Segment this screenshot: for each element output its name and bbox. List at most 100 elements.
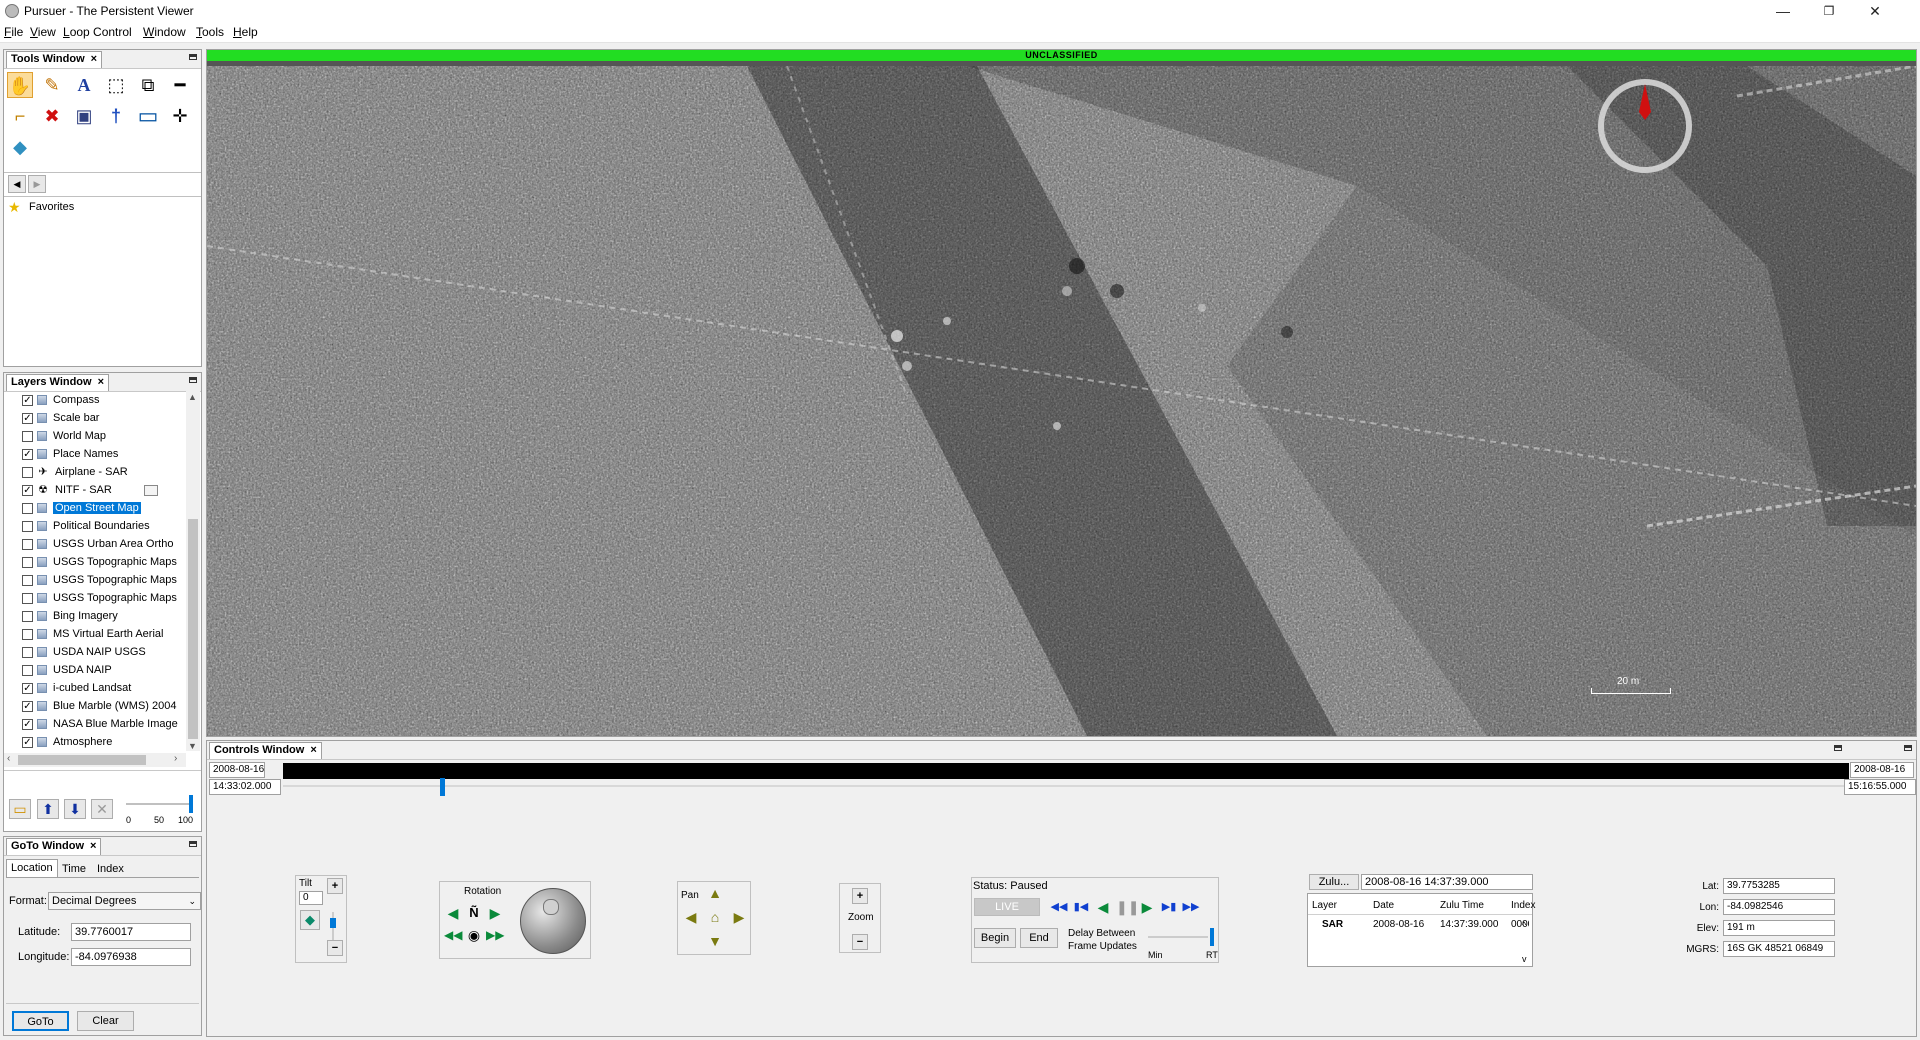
- rotate-right-button[interactable]: ▶: [486, 904, 504, 922]
- menu-window[interactable]: Window: [143, 25, 186, 39]
- menu-loop-control[interactable]: Loop Control: [63, 25, 132, 39]
- view-eye-button[interactable]: ◉: [465, 926, 483, 944]
- zulu-time-field[interactable]: 2008-08-16 14:37:39.000: [1361, 874, 1533, 890]
- pushpin-tool[interactable]: †: [103, 103, 129, 129]
- open-folder-button[interactable]: ▭: [9, 799, 31, 819]
- minimize-panel-icon[interactable]: [189, 841, 197, 847]
- pan-right-button[interactable]: ▶: [730, 908, 748, 926]
- layer-checkbox[interactable]: ✓: [22, 682, 33, 694]
- minimize-button[interactable]: —: [1760, 0, 1806, 22]
- move-tool[interactable]: ✛: [167, 103, 193, 129]
- pan-up-button[interactable]: ▲: [706, 884, 724, 902]
- delay-slider-thumb[interactable]: [1210, 928, 1214, 946]
- save-tool[interactable]: ▣: [71, 103, 97, 129]
- opacity-slider-thumb[interactable]: [189, 795, 193, 813]
- rotate-fast-left-button[interactable]: ◀◀: [444, 926, 462, 944]
- layer-row[interactable]: Bing Imagery: [22, 607, 182, 625]
- layer-row[interactable]: ✓ i-cubed Landsat: [22, 679, 182, 697]
- pause-button[interactable]: ❚❚: [1116, 898, 1139, 916]
- rotate-left-button[interactable]: ◀: [444, 904, 462, 922]
- skip-to-end-button[interactable]: ▶▶: [1182, 898, 1200, 916]
- timeline-bar[interactable]: [283, 763, 1849, 779]
- subtab-time[interactable]: Time: [62, 861, 86, 878]
- zoom-region-tool[interactable]: ⬚: [103, 72, 129, 98]
- nav-forward-button[interactable]: ▶: [28, 175, 46, 193]
- opacity-slider[interactable]: [126, 803, 190, 805]
- move-layer-down-button[interactable]: ⬇: [64, 799, 86, 819]
- layer-row[interactable]: World Map: [22, 427, 182, 445]
- pan-down-button[interactable]: ▼: [706, 932, 724, 950]
- tilt-down-button[interactable]: −: [327, 940, 343, 956]
- layer-row[interactable]: ✓ Place Names: [22, 445, 182, 463]
- layer-checkbox[interactable]: ✓: [22, 736, 33, 748]
- pencil-tool[interactable]: ✎: [39, 72, 65, 98]
- layer-row[interactable]: USDA NAIP USGS: [22, 643, 182, 661]
- layers-horizontal-scrollbar[interactable]: ‹ ›: [4, 753, 186, 767]
- pan-left-button[interactable]: ◀: [682, 908, 700, 926]
- latitude-input[interactable]: 39.7760017: [71, 923, 191, 941]
- favorites-item[interactable]: Favorites: [29, 201, 74, 213]
- layer-row[interactable]: ✓ ☢ NITF - SAR: [22, 481, 182, 499]
- tab-goto-window[interactable]: GoTo Window ×: [6, 838, 102, 855]
- layer-checkbox[interactable]: ✓: [22, 394, 33, 406]
- format-select[interactable]: Decimal Degrees ⌄: [48, 892, 201, 910]
- north-up-button[interactable]: Ñ: [465, 904, 483, 922]
- layer-checkbox[interactable]: ✓: [22, 718, 33, 730]
- tab-controls-window[interactable]: Controls Window ×: [209, 742, 322, 759]
- layer-row[interactable]: MS Virtual Earth Aerial: [22, 625, 182, 643]
- menu-tools[interactable]: Tools: [196, 25, 224, 39]
- scroll-right-icon[interactable]: ›: [174, 753, 177, 764]
- layer-row[interactable]: ✓ NASA Blue Marble Image: [22, 715, 182, 733]
- goto-button[interactable]: GoTo: [12, 1011, 69, 1031]
- tab-layers-window[interactable]: Layers Window ×: [6, 374, 110, 391]
- close-button[interactable]: ✕: [1852, 0, 1898, 22]
- measure-angle-tool[interactable]: ⌐: [7, 103, 33, 129]
- layer-checkbox[interactable]: ✓: [22, 484, 33, 496]
- delay-slider[interactable]: [1148, 936, 1208, 938]
- zoom-out-button[interactable]: −: [852, 934, 868, 950]
- layer-checkbox[interactable]: [22, 574, 33, 586]
- tilt-value-input[interactable]: 0: [299, 891, 323, 905]
- scroll-up-icon[interactable]: ^: [1522, 920, 1526, 930]
- nav-back-button[interactable]: ◀: [8, 175, 26, 193]
- remove-layer-button[interactable]: ✕: [91, 799, 113, 819]
- compass-icon[interactable]: [1595, 76, 1695, 176]
- begin-button[interactable]: Begin: [974, 928, 1016, 948]
- minimize-panel-icon[interactable]: [189, 54, 197, 60]
- layer-row[interactable]: USGS Topographic Maps: [22, 571, 182, 589]
- gem-tool[interactable]: ◆: [7, 134, 33, 160]
- maximize-panel-icon[interactable]: [1904, 745, 1912, 751]
- tilt-up-button[interactable]: +: [327, 878, 343, 894]
- zulu-button[interactable]: Zulu...: [1309, 874, 1359, 890]
- sar-imagery[interactable]: 20 m: [207, 66, 1916, 736]
- timeline-slider-thumb[interactable]: [439, 778, 445, 796]
- menu-file[interactable]: File: [4, 25, 23, 39]
- scroll-thumb[interactable]: [18, 755, 146, 765]
- layer-checkbox[interactable]: ✓: [22, 412, 33, 424]
- live-button[interactable]: LIVE: [974, 898, 1040, 916]
- move-layer-up-button[interactable]: ⬆: [37, 799, 59, 819]
- layer-checkbox[interactable]: [22, 610, 33, 622]
- layer-checkbox[interactable]: [22, 556, 33, 568]
- longitude-input[interactable]: -84.0976938: [71, 948, 191, 966]
- scroll-down-icon[interactable]: v: [1522, 954, 1527, 964]
- minimize-panel-icon[interactable]: [1834, 745, 1842, 751]
- layer-properties-icon[interactable]: [143, 484, 158, 496]
- play-backward-button[interactable]: ◀: [1094, 898, 1112, 916]
- step-forward-button[interactable]: ▶▮: [1160, 898, 1178, 916]
- clear-button[interactable]: Clear: [77, 1011, 134, 1031]
- layer-row[interactable]: USDA NAIP: [22, 661, 182, 679]
- text-tool[interactable]: A: [71, 72, 97, 98]
- layer-checkbox[interactable]: [22, 466, 33, 478]
- intersection-tool[interactable]: ✖: [39, 103, 65, 129]
- subtab-index[interactable]: Index: [97, 861, 124, 878]
- layer-row[interactable]: ✓ Atmosphere: [22, 733, 182, 751]
- rotate-fast-right-button[interactable]: ▶▶: [486, 926, 504, 944]
- skip-to-start-button[interactable]: ◀◀: [1050, 898, 1068, 916]
- layer-checkbox[interactable]: [22, 502, 33, 514]
- close-icon[interactable]: ×: [90, 840, 96, 852]
- play-forward-button[interactable]: ▶: [1138, 898, 1156, 916]
- tilt-slider-thumb[interactable]: [330, 918, 336, 928]
- close-icon[interactable]: ×: [98, 376, 104, 388]
- rectangle-tool[interactable]: ▭: [135, 103, 161, 129]
